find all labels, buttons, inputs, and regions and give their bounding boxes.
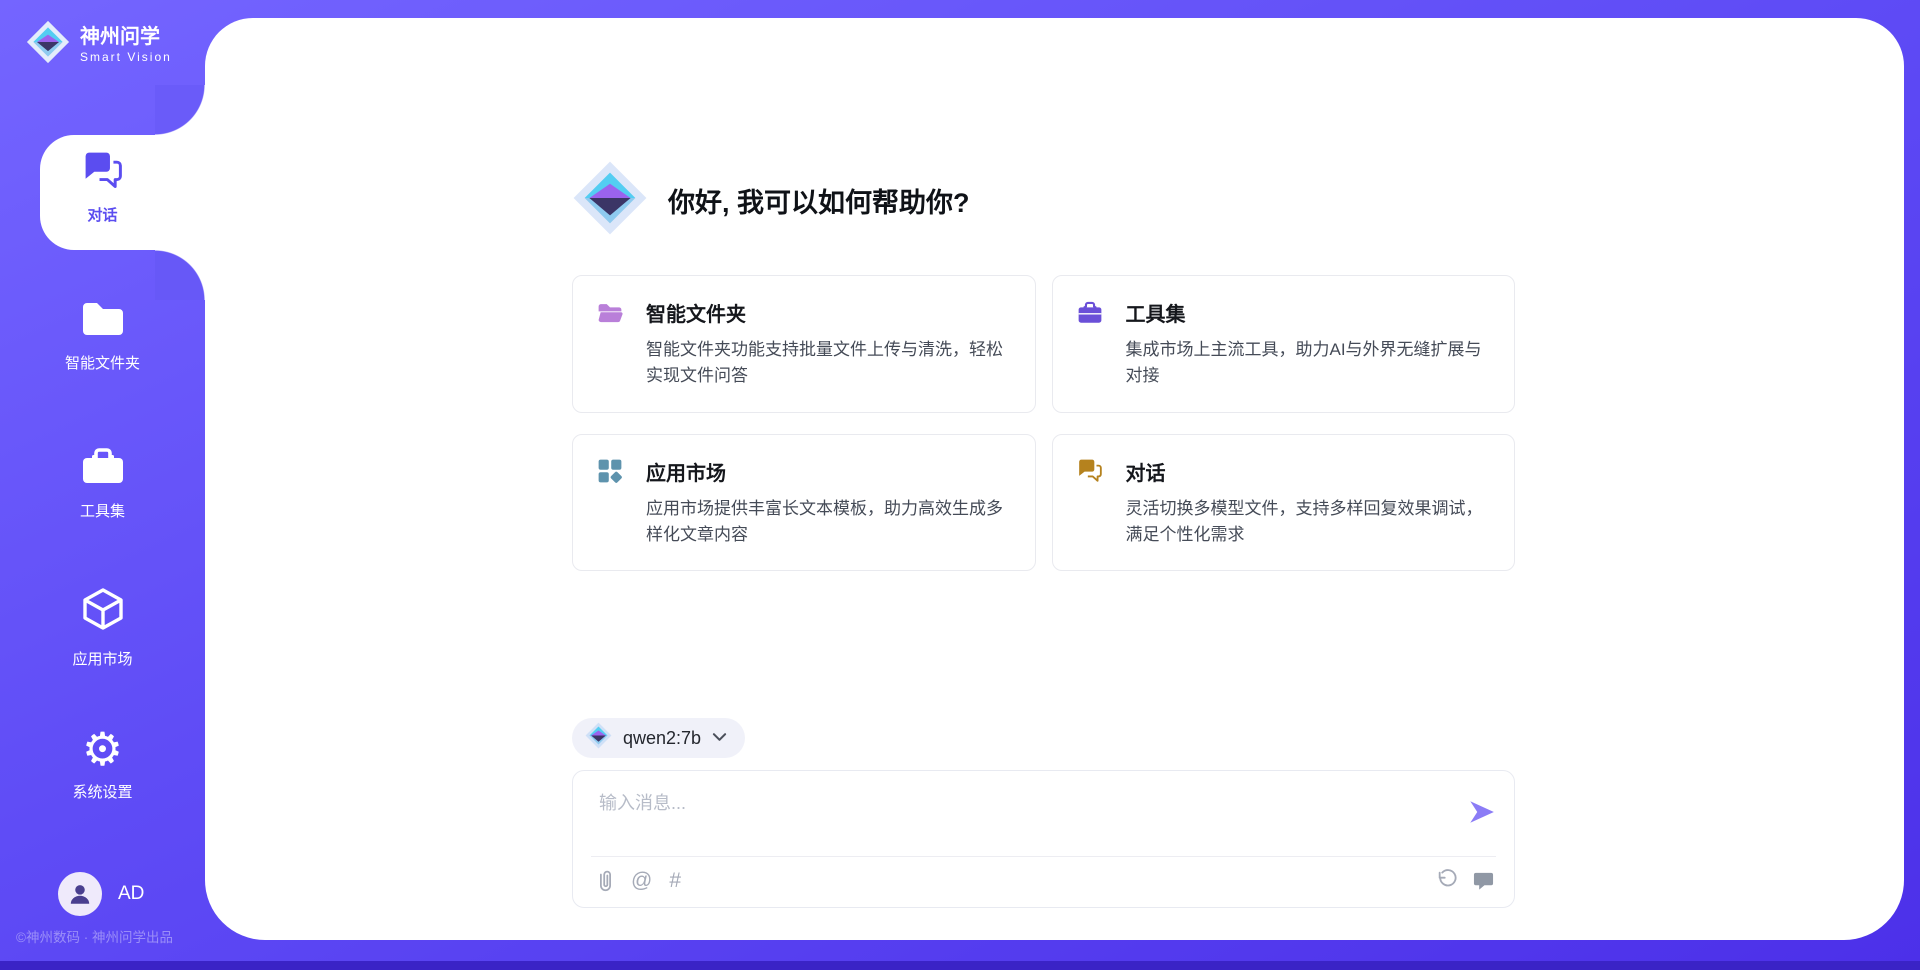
model-logo-diamond-icon	[585, 722, 612, 754]
mention-button[interactable]: @	[631, 869, 652, 893]
card-smart-folder[interactable]: 智能文件夹 智能文件夹功能支持批量文件上传与清洗，轻松实现文件问答	[572, 275, 1036, 413]
feedback-button[interactable]	[1473, 870, 1494, 891]
model-name: qwen2:7b	[623, 728, 701, 749]
brand-logo-diamond-icon	[26, 20, 70, 69]
chevron-down-icon	[712, 729, 727, 747]
greeting: 你好, 我可以如何帮助你?	[572, 160, 970, 241]
history-button[interactable]	[1436, 869, 1458, 891]
message-input[interactable]	[597, 787, 1451, 849]
composer-divider	[591, 856, 1496, 857]
user-name: AD	[118, 883, 144, 905]
card-toolkit[interactable]: 工具集 集成市场上主流工具，助力AI与外界无缝扩展与对接	[1052, 275, 1516, 413]
sidebar-item-label: 系统设置	[0, 781, 205, 802]
card-app-market[interactable]: 应用市场 应用市场提供丰富长文本模板，助力高效生成多样化文章内容	[572, 434, 1036, 572]
app-grid-icon	[597, 458, 623, 484]
card-title: 工具集	[1126, 298, 1186, 327]
history-icon	[1436, 869, 1458, 891]
composer: @ #	[572, 770, 1515, 908]
brand-subtitle: Smart Vision	[80, 50, 172, 64]
sidebar-item-chat[interactable]: 对话	[0, 150, 205, 225]
card-title: 应用市场	[646, 457, 726, 486]
model-selector[interactable]: qwen2:7b	[572, 718, 745, 758]
chat-bubbles-icon	[82, 150, 124, 195]
sidebar-footer-text: ©神州数码 · 神州问学出品	[16, 926, 173, 946]
user-profile[interactable]: AD	[58, 872, 144, 916]
card-description: 灵活切换多模型文件，支持多样回复效果调试，满足个性化需求	[1126, 496, 1491, 549]
brand: 神州问学 Smart Vision	[26, 20, 172, 69]
card-description: 集成市场上主流工具，助力AI与外界无缝扩展与对接	[1126, 337, 1491, 390]
chat-bubbles-icon	[1077, 458, 1103, 484]
bottom-accent-bar	[0, 961, 1920, 970]
sidebar-item-label: 工具集	[0, 500, 205, 521]
brand-name: 神州问学	[80, 26, 172, 48]
folder-icon	[80, 300, 126, 343]
sidebar-item-label: 智能文件夹	[0, 352, 205, 373]
paperclip-icon	[597, 869, 614, 893]
folder-open-icon	[597, 300, 623, 326]
avatar	[58, 872, 102, 916]
card-title: 智能文件夹	[646, 298, 746, 327]
sidebar-item-app-market[interactable]: 应用市场	[0, 586, 205, 669]
composer-tools-left: @ #	[597, 869, 681, 893]
send-icon	[1466, 797, 1496, 827]
briefcase-icon	[1077, 300, 1103, 326]
active-tab-fillet-bottom	[155, 250, 205, 300]
greeting-title: 你好, 我可以如何帮助你?	[668, 181, 970, 220]
sidebar-item-smart-folder[interactable]: 智能文件夹	[0, 300, 205, 373]
attach-file-button[interactable]	[597, 869, 614, 893]
briefcase-icon	[80, 446, 126, 491]
active-tab-fillet-top	[155, 85, 205, 135]
hash-icon: #	[669, 869, 681, 893]
sidebar-item-label: 对话	[0, 204, 205, 225]
send-button[interactable]	[1466, 797, 1496, 827]
topic-button[interactable]: #	[669, 869, 681, 893]
sidebar-item-toolkit[interactable]: 工具集	[0, 446, 205, 521]
main-content: 你好, 我可以如何帮助你? 智能文件夹 智能文件夹功能支持批量文件上传与清洗，轻…	[205, 18, 1904, 940]
composer-tools-right	[1436, 869, 1494, 891]
card-title: 对话	[1126, 457, 1166, 486]
card-description: 智能文件夹功能支持批量文件上传与清洗，轻松实现文件问答	[646, 337, 1011, 390]
sidebar-item-settings[interactable]: ⚙ 系统设置	[0, 726, 205, 802]
at-icon: @	[631, 869, 652, 893]
cube-icon	[79, 586, 127, 639]
card-chat[interactable]: 对话 灵活切换多模型文件，支持多样回复效果调试，满足个性化需求	[1052, 434, 1516, 572]
card-description: 应用市场提供丰富长文本模板，助力高效生成多样化文章内容	[646, 496, 1011, 549]
comment-icon	[1473, 870, 1494, 891]
sidebar-item-label: 应用市场	[0, 648, 205, 669]
gear-icon: ⚙	[82, 726, 123, 772]
suggestion-cards: 智能文件夹 智能文件夹功能支持批量文件上传与清洗，轻松实现文件问答 工具集 集成…	[572, 275, 1515, 571]
assistant-logo-diamond-icon	[572, 160, 648, 241]
